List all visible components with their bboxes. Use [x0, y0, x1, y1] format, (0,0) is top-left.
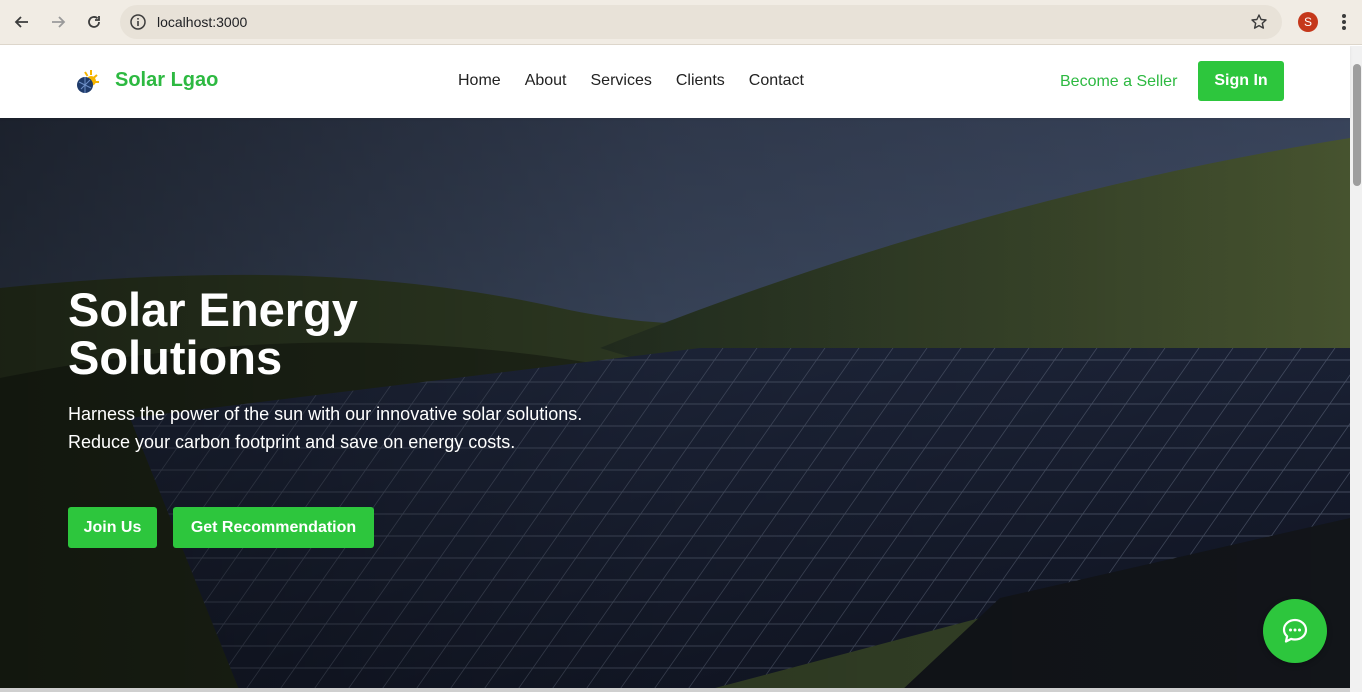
kebab-icon[interactable]: [1336, 12, 1352, 32]
solar-logo-icon[interactable]: [72, 68, 100, 96]
vertical-scrollbar[interactable]: [1350, 46, 1362, 692]
sign-in-button[interactable]: Sign In: [1198, 61, 1284, 101]
site-header: Solar Lgao Home About Services Clients C…: [0, 46, 1350, 118]
reload-icon: [88, 16, 100, 28]
chat-button[interactable]: [1263, 599, 1327, 663]
nav-link-contact[interactable]: Contact: [749, 72, 804, 90]
info-icon[interactable]: [129, 13, 147, 31]
chat-bubble-icon: [1282, 618, 1308, 643]
nav-link-about[interactable]: About: [525, 72, 567, 90]
forward-button[interactable]: [45, 9, 71, 35]
hero-section: Solar Energy Solutions Harness the power…: [0, 118, 1350, 692]
main-nav: Home About Services Clients Contact: [458, 72, 804, 90]
get-recommendation-button[interactable]: Get Recommendation: [173, 507, 374, 548]
profile-avatar[interactable]: S: [1298, 12, 1318, 32]
nav-link-clients[interactable]: Clients: [676, 72, 725, 90]
scrollbar-thumb[interactable]: [1353, 64, 1361, 186]
hero-title: Solar Energy Solutions: [68, 283, 358, 384]
brand-name[interactable]: Solar Lgao: [115, 69, 218, 92]
join-us-button[interactable]: Join Us: [68, 507, 157, 548]
nav-link-services[interactable]: Services: [591, 72, 652, 90]
back-button[interactable]: [9, 9, 35, 35]
hero-description: Harness the power of the sun with our in…: [68, 404, 583, 452]
page-viewport: Solar Lgao Home About Services Clients C…: [0, 46, 1362, 692]
star-icon[interactable]: [1250, 13, 1268, 31]
arrow-right-icon: [52, 16, 66, 28]
arrow-left-icon: [14, 16, 28, 28]
horizontal-scrollbar[interactable]: [0, 688, 1350, 692]
become-seller-link[interactable]: Become a Seller: [1060, 73, 1177, 91]
reload-button[interactable]: [81, 9, 107, 35]
address-bar[interactable]: localhost:3000: [120, 5, 1282, 39]
nav-link-home[interactable]: Home: [458, 72, 501, 90]
url-text[interactable]: localhost:3000: [157, 14, 247, 30]
browser-toolbar: localhost:3000 S: [0, 0, 1362, 45]
